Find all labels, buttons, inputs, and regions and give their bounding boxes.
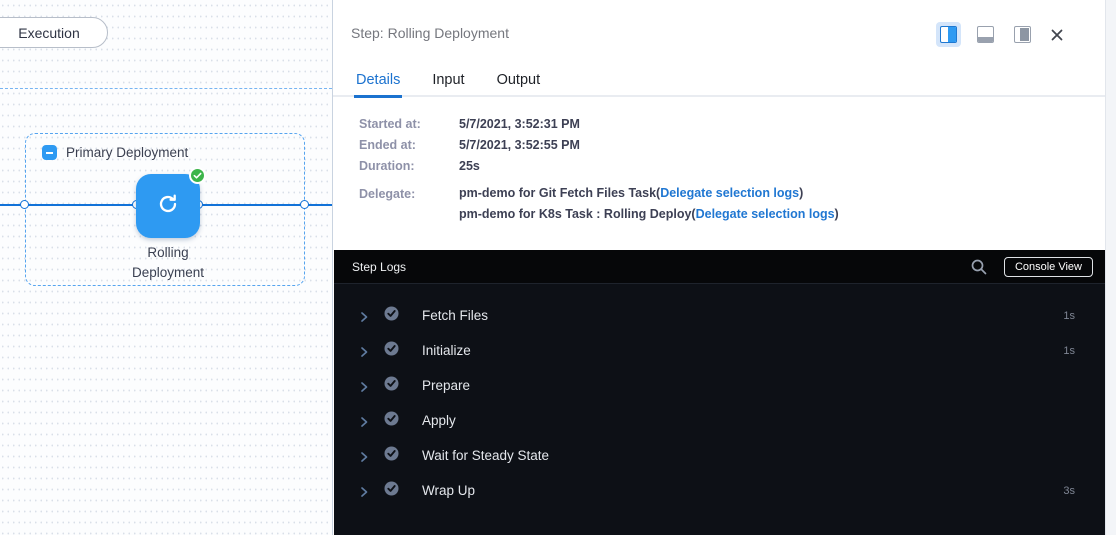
chevron-right-icon[interactable] xyxy=(358,415,370,427)
log-step-label: Prepare xyxy=(422,378,470,393)
log-step-row[interactable]: Wait for Steady State xyxy=(334,438,1107,473)
step-logs-title: Step Logs xyxy=(352,260,406,274)
step-details-panel: Step: Rolling Deployment Details Input O… xyxy=(332,0,1116,535)
log-step-label: Wait for Steady State xyxy=(422,448,549,463)
search-icon[interactable] xyxy=(970,258,988,276)
check-circle-icon xyxy=(384,376,399,396)
detail-label: Started at: xyxy=(359,118,459,131)
group-header: Primary Deployment xyxy=(42,145,188,160)
delegate-line: pm-demo for Git Fetch Files Task(Delegat… xyxy=(459,187,839,200)
delegate-line: pm-demo for K8s Task : Rolling Deploy(De… xyxy=(459,208,839,221)
detail-row-duration: Duration: 25s xyxy=(359,160,839,173)
detail-value: 25s xyxy=(459,160,480,173)
close-icon[interactable] xyxy=(1049,27,1065,43)
chevron-right-icon[interactable] xyxy=(358,310,370,322)
layout-bottom-icon[interactable] xyxy=(973,22,998,47)
check-circle-icon xyxy=(384,411,399,431)
log-step-row[interactable]: Prepare xyxy=(334,368,1107,403)
panel-scrollbar[interactable] xyxy=(1105,0,1116,535)
layout-right-icon[interactable] xyxy=(1010,22,1035,47)
detail-value: 5/7/2021, 3:52:55 PM xyxy=(459,139,580,152)
refresh-icon xyxy=(156,192,180,221)
log-step-duration: 1s xyxy=(1063,345,1075,357)
log-step-row[interactable]: Initialize 1s xyxy=(334,333,1107,368)
chevron-right-icon[interactable] xyxy=(358,380,370,392)
log-step-duration: 3s xyxy=(1063,485,1075,497)
tab-output[interactable]: Output xyxy=(497,63,541,96)
success-check-badge-icon xyxy=(189,167,206,184)
log-step-label: Apply xyxy=(422,413,456,428)
log-step-label: Initialize xyxy=(422,343,471,358)
execution-label: Execution xyxy=(18,25,79,41)
check-circle-icon xyxy=(384,341,399,361)
tab-details[interactable]: Details xyxy=(356,63,400,96)
detail-label: Delegate: xyxy=(359,187,459,229)
console-view-button[interactable]: Console View xyxy=(1004,257,1093,277)
step-logs-header: Step Logs Console View xyxy=(334,250,1107,284)
group-label: Primary Deployment xyxy=(66,145,188,160)
panel-window-controls xyxy=(936,22,1065,47)
log-step-row[interactable]: Apply xyxy=(334,403,1107,438)
panel-title: Step: Rolling Deployment xyxy=(351,25,509,41)
detail-label: Ended at: xyxy=(359,139,459,152)
step-logs-panel: Step Logs Console View Fetch Files xyxy=(334,250,1107,535)
step-details: Started at: 5/7/2021, 3:52:31 PM Ended a… xyxy=(359,118,839,229)
log-step-duration: 1s xyxy=(1063,310,1075,322)
log-step-row[interactable]: Wrap Up 3s xyxy=(334,473,1107,508)
tab-input[interactable]: Input xyxy=(432,63,464,96)
layout-split-right-icon[interactable] xyxy=(936,22,961,47)
node-label: Rolling Deployment xyxy=(103,243,233,283)
stage-boundary-dashed-line xyxy=(0,88,332,89)
log-step-row[interactable]: Fetch Files 1s xyxy=(334,298,1107,333)
check-circle-icon xyxy=(384,306,399,326)
log-step-label: Wrap Up xyxy=(422,483,475,498)
log-step-label: Fetch Files xyxy=(422,308,488,323)
check-circle-icon xyxy=(384,481,399,501)
detail-row-delegate: Delegate: pm-demo for Git Fetch Files Ta… xyxy=(359,187,839,229)
chevron-right-icon[interactable] xyxy=(358,345,370,357)
step-node-rolling-deployment[interactable] xyxy=(136,174,200,238)
log-step-list: Fetch Files 1s Initialize 1s Prepare xyxy=(334,284,1107,508)
detail-label: Duration: xyxy=(359,160,459,173)
delegate-selection-logs-link[interactable]: Delegate selection logs xyxy=(660,186,799,200)
detail-row-started: Started at: 5/7/2021, 3:52:31 PM xyxy=(359,118,839,131)
collapse-minus-icon[interactable] xyxy=(42,145,57,160)
connector-port xyxy=(300,200,309,209)
detail-value: 5/7/2021, 3:52:31 PM xyxy=(459,118,580,131)
pipeline-canvas[interactable]: Execution Primary Deployment xyxy=(0,0,332,535)
chevron-right-icon[interactable] xyxy=(358,450,370,462)
delegate-selection-logs-link[interactable]: Delegate selection logs xyxy=(696,207,835,221)
pipeline-execution-screen: Execution Primary Deployment xyxy=(0,0,1116,535)
connector-port xyxy=(20,200,29,209)
chevron-right-icon[interactable] xyxy=(358,485,370,497)
check-circle-icon xyxy=(384,446,399,466)
execution-breadcrumb-pill[interactable]: Execution xyxy=(0,17,108,48)
detail-tabs: Details Input Output xyxy=(333,64,1106,97)
detail-row-ended: Ended at: 5/7/2021, 3:52:55 PM xyxy=(359,139,839,152)
